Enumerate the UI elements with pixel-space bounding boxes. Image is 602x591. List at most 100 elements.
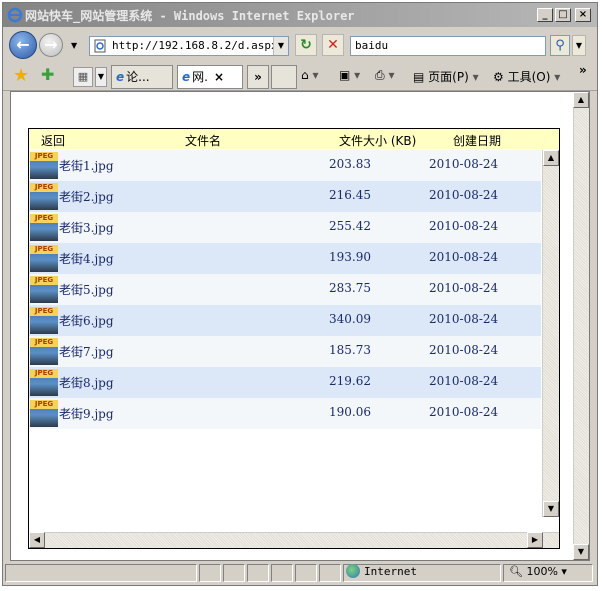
jpeg-thumbnail-icon[interactable]: JPEG	[30, 214, 58, 241]
tab-label: 论...	[126, 70, 150, 84]
add-favorite-icon[interactable]: ✚	[41, 65, 54, 84]
table-header: 返回 文件名 文件大小 (KB) 创建日期	[29, 129, 559, 149]
ie-tab-icon: e	[116, 70, 125, 84]
file-name-link[interactable]: 老街2.jpg	[59, 188, 114, 205]
file-date: 2010-08-24	[429, 188, 499, 202]
page-menu[interactable]: ▤ 页面(P) ▾	[413, 68, 479, 85]
thumbnail-label: JPEG	[30, 152, 58, 161]
file-name-link[interactable]: 老街7.jpg	[59, 343, 114, 360]
jpeg-thumbnail-icon[interactable]: JPEG	[30, 183, 58, 210]
status-text-cell	[5, 564, 197, 582]
scroll-up-button[interactable]: ▲	[573, 92, 589, 108]
maximize-button[interactable]: □	[555, 8, 571, 22]
back-link[interactable]: 返回	[41, 132, 65, 149]
globe-icon	[346, 564, 360, 578]
jpeg-thumbnail-icon[interactable]: JPEG	[30, 245, 58, 272]
url-text[interactable]: http://192.168.8.2/d.aspx	[112, 39, 278, 52]
url-field[interactable]: http://192.168.8.2/d.aspx ▼	[89, 36, 289, 56]
close-tab-icon[interactable]: ×	[214, 70, 224, 84]
page-menu-icon: ▤	[413, 70, 425, 84]
file-date: 2010-08-24	[429, 219, 499, 233]
file-name-link[interactable]: 老街3.jpg	[59, 219, 114, 236]
stop-button[interactable]: ✕	[322, 34, 344, 56]
table-row: JPEG 老街5.jpg 283.75 2010-08-24	[29, 274, 541, 305]
list-scroll-right-button[interactable]: ▶	[527, 532, 543, 548]
browser-window: 网站快车_网站管理系统 - Windows Internet Explorer …	[2, 2, 598, 586]
zone-label: Internet	[364, 565, 417, 578]
file-name-link[interactable]: 老街1.jpg	[59, 157, 114, 174]
tab-overflow-button[interactable]: »	[247, 65, 269, 89]
favorites-star-icon[interactable]: ★	[13, 65, 29, 86]
tab-1[interactable]: e 论...	[111, 65, 173, 89]
file-date: 2010-08-24	[429, 312, 499, 326]
scroll-down-button[interactable]: ▼	[573, 544, 589, 560]
back-button[interactable]: ←	[9, 31, 37, 59]
file-name-link[interactable]: 老街6.jpg	[59, 312, 114, 329]
search-text[interactable]: baidu	[355, 39, 388, 52]
security-zone[interactable]: Internet	[346, 564, 417, 582]
list-horizontal-scrollbar[interactable]: ◀ ▶	[29, 532, 559, 548]
history-dropdown-icon[interactable]: ▼	[71, 41, 77, 50]
ie-logo-icon	[7, 7, 23, 23]
jpeg-thumbnail-icon[interactable]: JPEG	[30, 400, 58, 427]
close-button[interactable]: ×	[575, 8, 591, 22]
search-options-dropdown[interactable]: ▼	[572, 35, 586, 56]
page-icon	[94, 39, 106, 53]
quick-tabs-button[interactable]: ▦	[73, 67, 93, 87]
url-dropdown-icon[interactable]: ▼	[273, 37, 288, 55]
file-size: 340.09	[329, 312, 371, 326]
thumbnail-label: JPEG	[30, 183, 58, 192]
jpeg-thumbnail-icon[interactable]: JPEG	[30, 307, 58, 334]
tab-label: 网.	[192, 70, 208, 84]
print-button[interactable]: ⎙ ▾	[375, 68, 394, 83]
file-name-link[interactable]: 老街9.jpg	[59, 405, 114, 422]
list-vertical-scrollbar[interactable]: ▲ ▼	[542, 150, 559, 517]
column-header-date: 创建日期	[453, 134, 502, 148]
table-row: JPEG 老街1.jpg 203.83 2010-08-24	[29, 150, 541, 181]
minimize-button[interactable]: _	[537, 8, 553, 22]
quick-tabs-icon: ▦	[77, 70, 89, 83]
title-bar: 网站快车_网站管理系统 - Windows Internet Explorer …	[3, 3, 597, 27]
list-scroll-up-button[interactable]: ▲	[543, 150, 559, 166]
feeds-button[interactable]: ▣ ▾	[339, 68, 360, 82]
search-button[interactable]: ⚲	[550, 35, 570, 56]
file-name-link[interactable]: 老街4.jpg	[59, 250, 114, 267]
refresh-button[interactable]: ↻	[295, 34, 317, 56]
more-commands-button[interactable]: »	[579, 63, 587, 77]
file-size: 185.73	[329, 343, 371, 357]
home-icon: ⌂	[301, 68, 309, 82]
file-size: 219.62	[329, 374, 371, 388]
zoom-control[interactable]: 🔍︎ 100% ▾	[509, 564, 567, 580]
file-name-link[interactable]: 老街8.jpg	[59, 374, 114, 391]
table-row: JPEG 老街6.jpg 340.09 2010-08-24	[29, 305, 541, 336]
jpeg-thumbnail-icon[interactable]: JPEG	[30, 338, 58, 365]
thumbnail-label: JPEG	[30, 307, 58, 316]
file-list-frame: 返回 文件名 文件大小 (KB) 创建日期 JPEG 老街1.jpg 203.83 2…	[28, 128, 560, 549]
page-vertical-scrollbar[interactable]: ▲ ▼	[573, 92, 589, 560]
forward-button[interactable]: →	[39, 33, 63, 57]
file-name-link[interactable]: 老街5.jpg	[59, 281, 114, 298]
table-row: JPEG 老街9.jpg 190.06 2010-08-24	[29, 398, 541, 429]
file-date: 2010-08-24	[429, 405, 499, 419]
list-scroll-left-button[interactable]: ◀	[29, 532, 45, 548]
feeds-icon: ▣	[339, 68, 351, 82]
jpeg-thumbnail-icon[interactable]: JPEG	[30, 369, 58, 396]
file-date: 2010-08-24	[429, 250, 499, 264]
print-icon: ⎙	[375, 68, 385, 82]
file-size: 216.45	[329, 188, 371, 202]
tools-menu[interactable]: ⚙ 工具(O) ▾	[493, 68, 560, 85]
list-scroll-down-button[interactable]: ▼	[543, 501, 559, 517]
tab-2[interactable]: e 网. ×	[177, 65, 243, 89]
search-input[interactable]: baidu	[350, 36, 546, 56]
status-cell	[247, 564, 269, 582]
tools-menu-label: 工具(O)	[507, 70, 551, 84]
table-row: JPEG 老街3.jpg 255.42 2010-08-24	[29, 212, 541, 243]
jpeg-thumbnail-icon[interactable]: JPEG	[30, 276, 58, 303]
new-tab-button[interactable]	[271, 65, 297, 89]
page-viewport: ▲ ▼ 返回 文件名 文件大小 (KB) 创建日期 JPEG 老街1.jpg 203…	[10, 91, 590, 561]
home-button[interactable]: ⌂ ▾	[301, 68, 318, 82]
status-cell	[199, 564, 221, 582]
back-arrow-icon: ←	[16, 35, 30, 54]
tab-list-dropdown[interactable]: ▼	[95, 67, 107, 87]
jpeg-thumbnail-icon[interactable]: JPEG	[30, 152, 58, 179]
